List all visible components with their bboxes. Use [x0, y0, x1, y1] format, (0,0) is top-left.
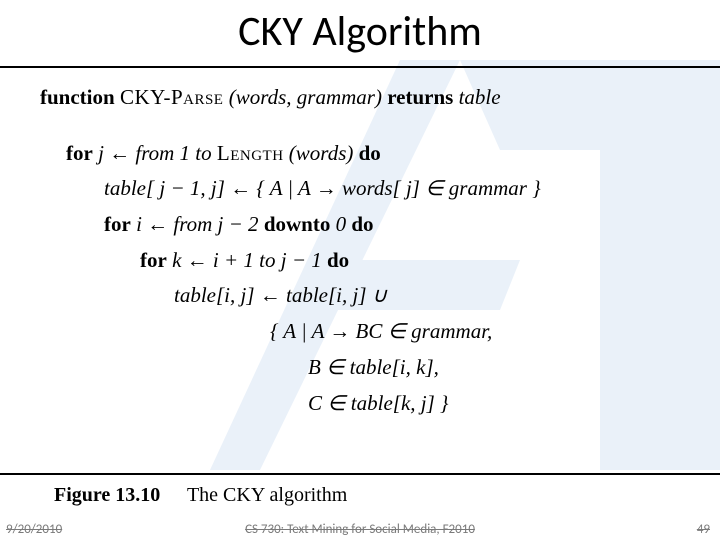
divider-bottom: [0, 473, 720, 475]
kw-returns: returns: [387, 85, 453, 109]
algorithm-body: function CKY-Parse (words, grammar) retu…: [40, 80, 690, 421]
assign-lexical: table[ j − 1, j] ← { A | A → words[ j] ∈…: [40, 171, 690, 207]
fn-name: CKY-Parse: [120, 85, 224, 109]
for2-body: i ← from j − 2: [136, 212, 264, 236]
slide: CKY Algorithm function CKY-Parse (words,…: [0, 0, 720, 540]
fn-signature: function CKY-Parse (words, grammar) retu…: [40, 80, 690, 116]
returns-val: table: [459, 85, 501, 109]
for-i-loop: for i ← from j − 2 downto 0 do: [40, 207, 690, 243]
for3-body: k ← i + 1 to j − 1: [172, 248, 327, 272]
for2-tail: 0: [336, 212, 352, 236]
footer-page: 49: [697, 522, 710, 537]
length-fn: Length: [217, 141, 284, 165]
kw-downto: downto: [264, 212, 331, 236]
fn-args: (words, grammar): [229, 85, 382, 109]
figure-number: Figure 13.10: [54, 484, 160, 506]
assign-union: table[i, j] ← table[i, j] ∪: [40, 278, 690, 314]
kw-do2: do: [351, 212, 373, 236]
footer-course: CS 730: Text Mining for Social Media, F2…: [0, 522, 720, 537]
kw-for3: for: [140, 248, 167, 272]
footer: 9/20/2010 CS 730: Text Mining for Social…: [0, 514, 720, 540]
set-line-3: C ∈ table[k, j] }: [40, 386, 690, 422]
set-line-1: { A | A → BC ∈ grammar,: [40, 314, 690, 350]
figure-caption: Figure 13.10 The CKY algorithm: [54, 484, 347, 507]
kw-do: do: [359, 141, 381, 165]
kw-do3: do: [327, 248, 349, 272]
set-line-2: B ∈ table[i, k],: [40, 350, 690, 386]
kw-for: for: [66, 141, 93, 165]
kw-for2: for: [104, 212, 131, 236]
figure-text: The CKY algorithm: [187, 484, 347, 506]
for1-body: j ← from 1 to: [98, 141, 217, 165]
for1-tail: (words): [289, 141, 359, 165]
kw-function: function: [40, 85, 115, 109]
for-j-loop: for j ← from 1 to Length (words) do: [40, 136, 690, 172]
divider-top: [0, 66, 720, 68]
for-k-loop: for k ← i + 1 to j − 1 do: [40, 243, 690, 279]
page-title: CKY Algorithm: [0, 6, 720, 57]
